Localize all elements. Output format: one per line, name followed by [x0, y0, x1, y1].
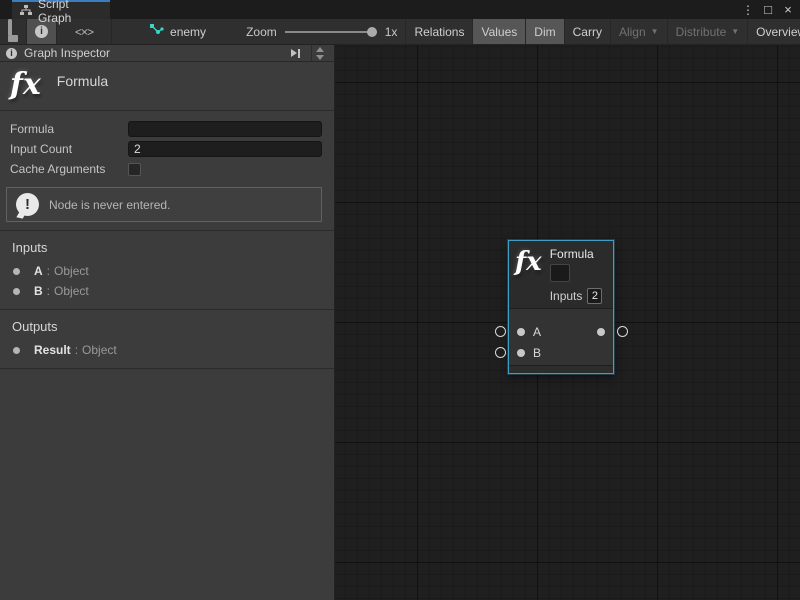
- warning-text: Node is never entered.: [49, 198, 170, 212]
- lock-icon: [8, 21, 18, 42]
- port-bullet-icon: [13, 288, 20, 295]
- values-button[interactable]: Values: [472, 19, 525, 44]
- info-icon: i: [35, 25, 48, 38]
- dim-button[interactable]: Dim: [525, 19, 563, 44]
- unity-script-graph-window: Script Graph ⋮ □ × i <×>: [0, 0, 800, 600]
- formula-fx-icon: fx: [515, 249, 542, 308]
- input-count-field-row: Input Count: [6, 139, 322, 159]
- align-dropdown[interactable]: Align ▼: [610, 19, 667, 44]
- input-port-dot-a[interactable]: [517, 328, 525, 336]
- graph-inspector-title: Graph Inspector: [24, 46, 280, 60]
- chevron-down-icon: ▼: [651, 27, 659, 36]
- formula-node-title: Formula: [550, 247, 603, 261]
- zoom-slider-track: [285, 31, 377, 33]
- outputs-section: Outputs Result : Object: [0, 310, 334, 369]
- window-menu-icon[interactable]: ⋮: [740, 2, 756, 18]
- node-port-row-b: B: [517, 342, 605, 363]
- graph-toolbar: i <×> enemy Zoom 1x: [0, 19, 800, 45]
- formula-label: Formula: [6, 122, 128, 136]
- dock-right-icon[interactable]: [287, 49, 304, 58]
- external-port-ring-b[interactable]: [495, 347, 506, 358]
- port-bullet-icon: [13, 347, 20, 354]
- tab-label: Script Graph: [38, 0, 102, 25]
- warning-message-box: ! Node is never entered.: [6, 187, 322, 222]
- distribute-dropdown[interactable]: Distribute ▼: [667, 19, 748, 44]
- info-icon: i: [6, 48, 17, 59]
- unit-name: Formula: [57, 73, 108, 89]
- breadcrumb-label: enemy: [170, 25, 206, 39]
- node-inputs-label: Inputs: [550, 289, 583, 303]
- formula-field-row: Formula: [6, 119, 322, 139]
- toolbar-buttons: Relations Values Dim Carry Align ▼ Distr…: [405, 19, 800, 44]
- graph-canvas[interactable]: fx Formula Inputs 2 A: [335, 45, 800, 600]
- unit-settings: Formula Input Count Cache Arguments !: [0, 111, 334, 231]
- zoom-slider-handle[interactable]: [367, 27, 377, 37]
- inputs-header: Inputs: [0, 238, 334, 261]
- port-bullet-icon: [13, 268, 20, 275]
- formula-fx-icon: fx: [10, 70, 41, 100]
- main-area: i Graph Inspector fx Formula Formula: [0, 45, 800, 600]
- zoom-level-readout: 1x: [385, 25, 398, 39]
- zoom-slider[interactable]: [285, 26, 377, 38]
- cache-arguments-field-row: Cache Arguments: [6, 159, 322, 179]
- node-formula-input[interactable]: [550, 264, 570, 282]
- overview-button[interactable]: Overview: [747, 19, 800, 44]
- close-icon[interactable]: ×: [780, 2, 796, 18]
- graph-inspector-header: i Graph Inspector: [0, 45, 334, 62]
- graph-inspector-panel: i Graph Inspector fx Formula Formula: [0, 45, 335, 600]
- input-port-row-a: A : Object: [0, 261, 334, 281]
- carry-button[interactable]: Carry: [564, 19, 610, 44]
- input-port-row-b: B : Object: [0, 281, 334, 301]
- code-icon: <×>: [65, 25, 103, 39]
- scroll-down-icon[interactable]: [316, 55, 324, 60]
- titlebar: Script Graph ⋮ □ ×: [0, 0, 800, 19]
- external-port-ring-result[interactable]: [617, 326, 628, 337]
- warning-bubble-icon: !: [16, 193, 39, 216]
- zoom-label: Zoom: [246, 25, 277, 39]
- inputs-section: Inputs A : Object B : Object: [0, 231, 334, 310]
- input-port-dot-b[interactable]: [517, 349, 525, 357]
- node-input-count-field[interactable]: 2: [587, 288, 602, 304]
- formula-node-footer: [509, 365, 613, 373]
- node-port-row-a: A: [517, 321, 605, 342]
- graph-hierarchy-icon: [20, 5, 32, 16]
- chevron-down-icon: ▼: [731, 27, 739, 36]
- scroll-up-icon[interactable]: [316, 47, 324, 52]
- cache-arguments-label: Cache Arguments: [6, 162, 128, 176]
- zoom-control: Zoom 1x: [246, 19, 397, 44]
- output-port-row-result: Result : Object: [0, 340, 334, 360]
- external-port-ring-a[interactable]: [495, 326, 506, 337]
- formula-node[interactable]: fx Formula Inputs 2 A: [508, 240, 614, 374]
- output-port-dot-result[interactable]: [597, 328, 605, 336]
- cache-arguments-checkbox[interactable]: [128, 163, 141, 176]
- lock-button[interactable]: [0, 19, 27, 44]
- breadcrumb-graph-enemy[interactable]: enemy: [140, 19, 216, 44]
- formula-node-ports: A B: [509, 309, 613, 365]
- unit-title-block: fx Formula: [0, 62, 334, 111]
- panel-scroll-spinner[interactable]: [311, 45, 328, 61]
- formula-input[interactable]: [128, 121, 322, 137]
- formula-node-header[interactable]: fx Formula Inputs 2: [509, 241, 613, 309]
- inspector-empty-area: [0, 369, 334, 600]
- window-controls: ⋮ □ ×: [740, 0, 796, 19]
- tab-script-graph[interactable]: Script Graph: [12, 0, 110, 19]
- input-count-label: Input Count: [6, 142, 128, 156]
- maximize-icon[interactable]: □: [760, 2, 776, 18]
- graph-nodes-icon: [150, 24, 164, 39]
- outputs-header: Outputs: [0, 317, 334, 340]
- relations-button[interactable]: Relations: [405, 19, 472, 44]
- input-count-input[interactable]: [128, 141, 322, 157]
